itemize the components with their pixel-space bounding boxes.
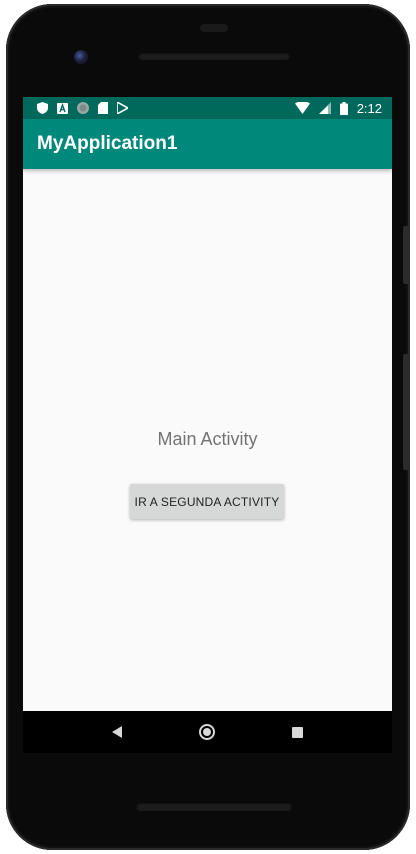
home-icon[interactable] xyxy=(198,724,215,740)
status-system-icons: 2:12 xyxy=(294,100,382,116)
go-to-second-activity-button[interactable]: IR A SEGUNDA ACTIVITY xyxy=(130,484,284,519)
app-toolbar: MyApplication1 xyxy=(23,119,392,169)
top-speaker-grille xyxy=(138,52,290,60)
cell-signal-icon xyxy=(318,102,331,114)
home-icon-dot xyxy=(202,728,211,736)
wifi-icon xyxy=(294,102,310,114)
play-store-icon xyxy=(117,102,128,114)
volume-rocker xyxy=(403,354,409,470)
status-time: 2:12 xyxy=(356,100,382,116)
navigation-bar xyxy=(23,711,392,753)
battery-icon xyxy=(339,101,348,115)
app-title: MyApplication1 xyxy=(37,133,178,154)
power-button xyxy=(403,226,409,284)
front-camera xyxy=(74,50,88,64)
status-notification-icons xyxy=(37,102,128,114)
earpiece xyxy=(200,24,228,32)
shield-icon xyxy=(37,102,48,114)
main-content: Main Activity IR A SEGUNDA ACTIVITY xyxy=(23,169,392,711)
main-activity-label: Main Activity xyxy=(157,429,258,449)
circle-icon xyxy=(77,102,89,114)
sd-card-icon xyxy=(98,102,108,114)
back-icon[interactable] xyxy=(111,726,122,738)
bottom-speaker-grille xyxy=(136,802,292,811)
recents-icon[interactable] xyxy=(292,726,304,738)
device-screen: 2:12 MyApplication1 Main Activity IR A S… xyxy=(23,97,392,711)
a-icon xyxy=(57,102,68,114)
status-bar: 2:12 xyxy=(23,97,392,119)
